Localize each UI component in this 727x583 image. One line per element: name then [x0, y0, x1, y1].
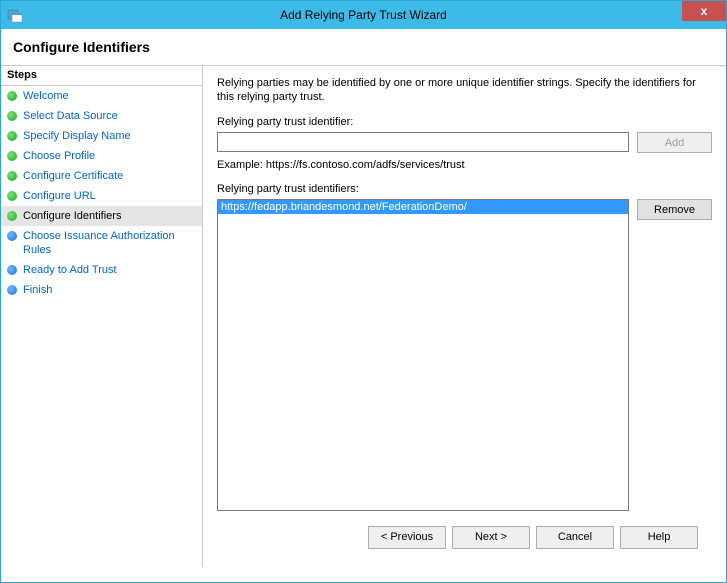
- remove-button[interactable]: Remove: [637, 199, 712, 220]
- page-title: Configure Identifiers: [13, 39, 714, 55]
- step-specify-display-name[interactable]: Specify Display Name: [1, 126, 202, 146]
- step-ready-to-add-trust[interactable]: Ready to Add Trust: [1, 260, 202, 280]
- previous-button[interactable]: < Previous: [368, 526, 446, 549]
- step-choose-profile[interactable]: Choose Profile: [1, 146, 202, 166]
- step-bullet-icon: [7, 111, 17, 121]
- step-label: Configure URL: [23, 189, 96, 203]
- titlebar: Add Relying Party Trust Wizard x: [1, 1, 726, 29]
- step-label: Finish: [23, 283, 52, 297]
- step-label: Choose Issuance Authorization Rules: [23, 229, 196, 257]
- step-label: Specify Display Name: [23, 129, 131, 143]
- footer-buttons: < Previous Next > Cancel Help: [217, 517, 712, 557]
- next-button[interactable]: Next >: [452, 526, 530, 549]
- instruction-text: Relying parties may be identified by one…: [217, 76, 712, 104]
- step-bullet-icon: [7, 265, 17, 275]
- step-select-data-source[interactable]: Select Data Source: [1, 106, 202, 126]
- step-bullet-icon: [7, 131, 17, 141]
- step-configure-identifiers[interactable]: Configure Identifiers: [1, 206, 202, 226]
- steps-sidebar: Steps Welcome Select Data Source Specify D…: [1, 66, 203, 567]
- step-configure-url[interactable]: Configure URL: [1, 186, 202, 206]
- step-choose-issuance-authorization-rules[interactable]: Choose Issuance Authorization Rules: [1, 226, 202, 260]
- identifier-input[interactable]: [217, 132, 629, 152]
- main-panel: Relying parties may be identified by one…: [203, 66, 726, 567]
- step-configure-certificate[interactable]: Configure Certificate: [1, 166, 202, 186]
- step-label: Configure Certificate: [23, 169, 123, 183]
- cancel-button[interactable]: Cancel: [536, 526, 614, 549]
- step-bullet-icon: [7, 231, 17, 241]
- step-label: Ready to Add Trust: [23, 263, 117, 277]
- step-bullet-icon: [7, 285, 17, 295]
- help-button[interactable]: Help: [620, 526, 698, 549]
- example-text: Example: https://fs.contoso.com/adfs/ser…: [217, 159, 712, 171]
- step-bullet-icon: [7, 211, 17, 221]
- step-finish[interactable]: Finish: [1, 280, 202, 300]
- identifiers-label: Relying party trust identifiers:: [217, 183, 712, 195]
- step-label: Configure Identifiers: [23, 209, 121, 223]
- step-label: Welcome: [23, 89, 69, 103]
- step-bullet-icon: [7, 91, 17, 101]
- step-label: Choose Profile: [23, 149, 95, 163]
- step-bullet-icon: [7, 191, 17, 201]
- window-title: Add Relying Party Trust Wizard: [1, 8, 726, 22]
- page-header: Configure Identifiers: [1, 29, 726, 66]
- list-item[interactable]: https://fedapp.briandesmond.net/Federati…: [218, 200, 628, 214]
- add-button[interactable]: Add: [637, 132, 712, 153]
- step-label: Select Data Source: [23, 109, 118, 123]
- step-bullet-icon: [7, 151, 17, 161]
- step-welcome[interactable]: Welcome: [1, 86, 202, 106]
- steps-header: Steps: [1, 66, 202, 86]
- identifiers-listbox[interactable]: https://fedapp.briandesmond.net/Federati…: [217, 199, 629, 511]
- identifier-label: Relying party trust identifier:: [217, 116, 712, 128]
- step-bullet-icon: [7, 171, 17, 181]
- close-icon: x: [701, 4, 708, 18]
- close-button[interactable]: x: [682, 1, 726, 21]
